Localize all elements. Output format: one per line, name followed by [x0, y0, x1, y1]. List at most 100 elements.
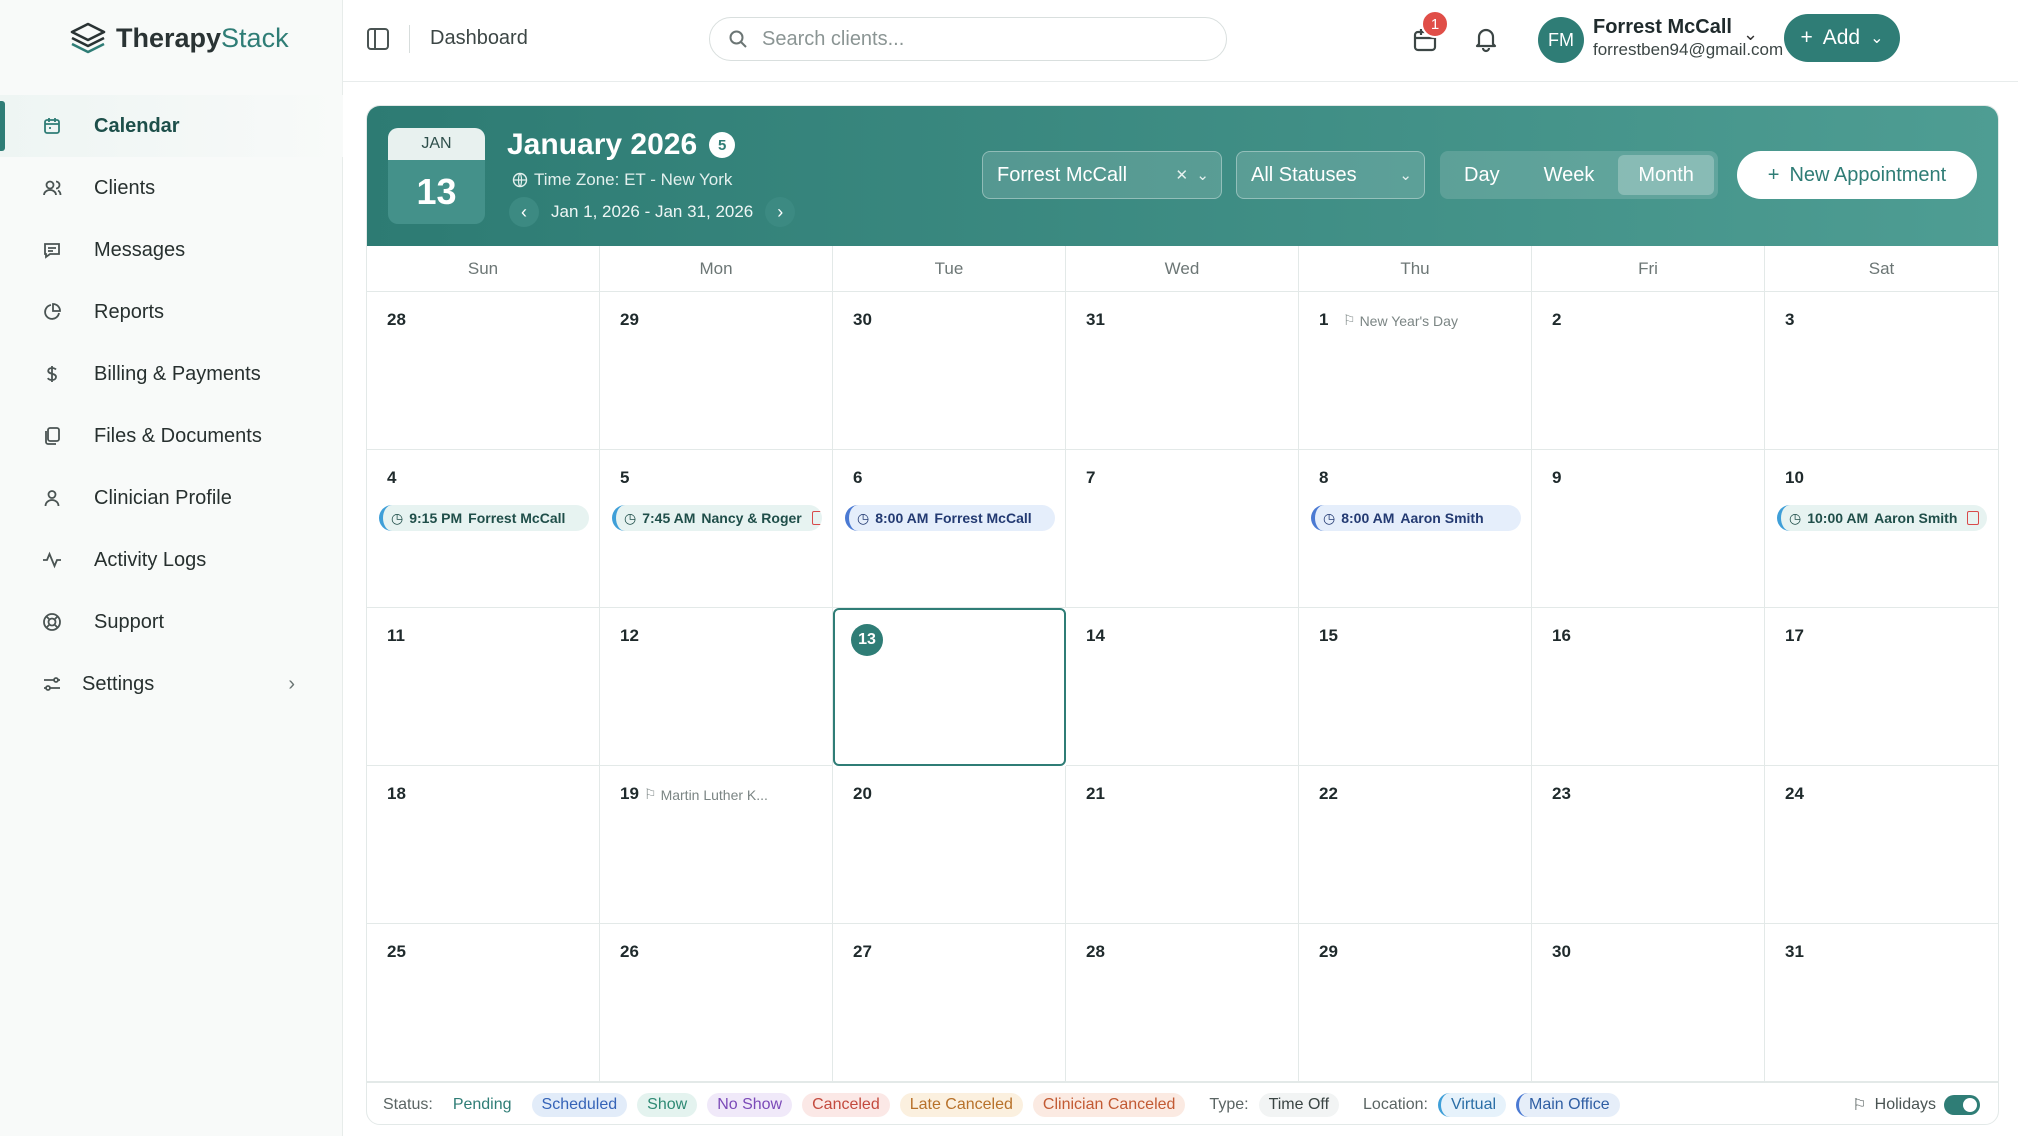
- status-filter[interactable]: All Statuses ⌄: [1236, 151, 1425, 199]
- clinician-filter-value: Forrest McCall: [997, 163, 1128, 186]
- new-appointment-button[interactable]: + New Appointment: [1737, 151, 1977, 199]
- day-cell[interactable]: 26: [600, 924, 833, 1082]
- appointment-chip[interactable]: ◷ 8:00 AM Forrest McCall: [845, 505, 1055, 531]
- sidebar-item-label: Messages: [94, 238, 186, 261]
- bell-icon[interactable]: [1471, 24, 1501, 54]
- day-cell[interactable]: 27: [833, 924, 1066, 1082]
- day-cell[interactable]: 15: [1299, 608, 1532, 766]
- day-cell[interactable]: 21: [1066, 766, 1299, 924]
- day-cell[interactable]: 3: [1765, 292, 1998, 450]
- appointment-chip[interactable]: ◷ 8:00 AM Aaron Smith: [1311, 505, 1521, 531]
- legend-status-scheduled: Scheduled: [531, 1092, 628, 1117]
- pie-chart-icon: [44, 303, 61, 320]
- search-box[interactable]: [709, 17, 1227, 61]
- appointment-chip[interactable]: ◷ 7:45 AM Nancy & Roger: [612, 505, 822, 531]
- sidebar-item-activity-logs[interactable]: Activity Logs: [0, 529, 343, 591]
- sidebar-item-settings[interactable]: Settings ›: [0, 653, 343, 715]
- tile-day: 13: [416, 171, 457, 212]
- day-number: 30: [1552, 942, 1571, 961]
- day-cell[interactable]: 8 ◷ 8:00 AM Aaron Smith: [1299, 450, 1532, 608]
- day-cell[interactable]: 16: [1532, 608, 1765, 766]
- day-cell[interactable]: 28: [1066, 924, 1299, 1082]
- day-cell[interactable]: 14: [1066, 608, 1299, 766]
- search-input[interactable]: [762, 27, 1182, 51]
- document-icon: [811, 511, 822, 525]
- day-cell[interactable]: 6 ◷ 8:00 AM Forrest McCall: [833, 450, 1066, 608]
- timezone-label: Time Zone: ET - New York: [512, 170, 732, 190]
- day-cell-today[interactable]: 13: [833, 608, 1066, 766]
- sidebar-item-reports[interactable]: Reports: [0, 281, 343, 343]
- day-cell[interactable]: 10 ◷ 10:00 AM Aaron Smith: [1765, 450, 1998, 608]
- day-cell[interactable]: 29: [600, 292, 833, 450]
- day-cell[interactable]: 25: [367, 924, 600, 1082]
- dollar-icon: [47, 366, 57, 382]
- day-cell[interactable]: 30: [1532, 924, 1765, 1082]
- day-cell[interactable]: 4 ◷ 9:15 PM Forrest McCall: [367, 450, 600, 608]
- day-cell[interactable]: 19 ⚐ Martin Luther K...: [600, 766, 833, 924]
- holiday-label: ⚐ New Year's Day: [1343, 312, 1458, 329]
- day-cell[interactable]: 17: [1765, 608, 1998, 766]
- day-cell[interactable]: 22: [1299, 766, 1532, 924]
- day-number: 14: [1086, 626, 1105, 645]
- appointment-chip[interactable]: ◷ 9:15 PM Forrest McCall: [379, 505, 589, 531]
- view-day-button[interactable]: Day: [1444, 155, 1520, 195]
- day-cell[interactable]: 7: [1066, 450, 1299, 608]
- day-number: 21: [1086, 784, 1105, 803]
- next-month-button[interactable]: ›: [765, 197, 796, 227]
- app-logo[interactable]: Therapy Stack: [68, 18, 289, 58]
- clinician-filter[interactable]: Forrest McCall ✕ ⌄: [982, 151, 1222, 199]
- holidays-toggle[interactable]: [1944, 1094, 1980, 1115]
- clear-chevron-icon[interactable]: ✕ ⌄: [1176, 166, 1209, 184]
- sidebar-item-messages[interactable]: Messages: [0, 219, 343, 281]
- day-cell[interactable]: 24: [1765, 766, 1998, 924]
- day-cell[interactable]: 30: [833, 292, 1066, 450]
- day-number: 31: [1086, 310, 1105, 329]
- sidebar-item-clinician-profile[interactable]: Clinician Profile: [0, 467, 343, 529]
- chevron-right-icon: ›: [288, 672, 295, 695]
- sidebar-item-files[interactable]: Files & Documents: [0, 405, 343, 467]
- sidebar-item-support[interactable]: Support: [0, 591, 343, 653]
- avatar[interactable]: FM: [1538, 17, 1584, 63]
- day-cell[interactable]: 23: [1532, 766, 1765, 924]
- appointment-client: Aaron Smith: [1874, 510, 1958, 526]
- sidebar-item-billing[interactable]: Billing & Payments: [0, 343, 343, 405]
- day-number: 17: [1785, 626, 1804, 645]
- add-button[interactable]: + Add ⌄: [1784, 14, 1900, 62]
- weekday-header: Tue: [833, 246, 1066, 291]
- sidebar-item-label: Reports: [94, 300, 165, 323]
- day-cell[interactable]: 18: [367, 766, 600, 924]
- day-cell[interactable]: 12: [600, 608, 833, 766]
- today-date-tile: JAN 13: [388, 128, 485, 224]
- view-month-button[interactable]: Month: [1618, 155, 1714, 195]
- sidebar-item-calendar[interactable]: Calendar: [0, 95, 343, 157]
- sidebar-item-clients[interactable]: Clients: [0, 157, 343, 219]
- day-number: 9: [1552, 468, 1562, 487]
- prev-month-button[interactable]: ‹: [509, 197, 539, 227]
- legend-status-pending: Pending: [452, 1095, 512, 1113]
- day-cell[interactable]: 28: [367, 292, 600, 450]
- holidays-toggle-group: ⚐ Holidays: [1852, 1094, 1980, 1115]
- day-cell[interactable]: 29: [1299, 924, 1532, 1082]
- breadcrumb[interactable]: Dashboard: [430, 27, 528, 50]
- globe-icon: [512, 172, 528, 188]
- day-cell[interactable]: 5 ◷ 7:45 AM Nancy & Roger: [600, 450, 833, 608]
- day-number: 3: [1785, 310, 1795, 329]
- clock-icon: ◷: [391, 509, 404, 526]
- day-number: 7: [1086, 468, 1096, 487]
- day-number: 8: [1319, 468, 1329, 487]
- day-cell[interactable]: 1 ⚐ New Year's Day: [1299, 292, 1532, 450]
- notification-badge: 1: [1421, 10, 1449, 38]
- user-name[interactable]: Forrest McCall: [1593, 16, 1732, 39]
- day-cell[interactable]: 20: [833, 766, 1066, 924]
- day-cell[interactable]: 11: [367, 608, 600, 766]
- sidebar-toggle-icon[interactable]: [367, 28, 389, 50]
- day-cell[interactable]: 2: [1532, 292, 1765, 450]
- view-week-button[interactable]: Week: [1524, 155, 1615, 195]
- legend-status-show: Show: [637, 1092, 698, 1117]
- day-cell[interactable]: 31: [1765, 924, 1998, 1082]
- chevron-down-icon[interactable]: ⌄: [1743, 24, 1758, 45]
- day-cell[interactable]: 31: [1066, 292, 1299, 450]
- appointment-chip[interactable]: ◷ 10:00 AM Aaron Smith: [1777, 505, 1987, 531]
- day-number: 24: [1785, 784, 1804, 803]
- day-cell[interactable]: 9: [1532, 450, 1765, 608]
